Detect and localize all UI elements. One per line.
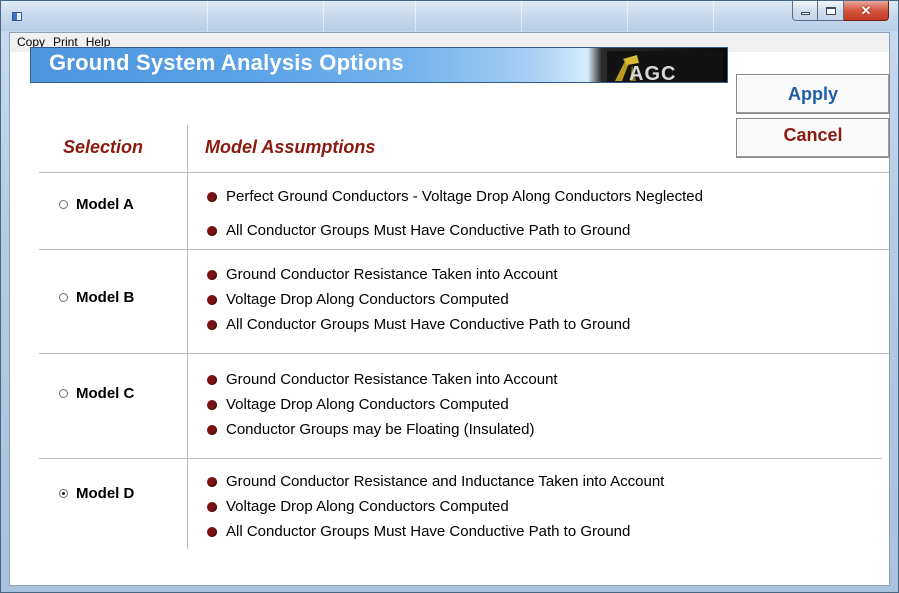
model-a-label: Model A — [76, 196, 134, 213]
list-item: Voltage Drop Along Conductors Computed — [207, 494, 664, 519]
bullet-icon — [207, 501, 217, 512]
titlebar-divider — [521, 1, 522, 31]
assumption-text: Ground Conductor Resistance Taken into A… — [226, 266, 558, 283]
list-item: Voltage Drop Along Conductors Computed — [207, 392, 558, 417]
selection-column-header: Selection — [63, 137, 144, 157]
model-d-radio[interactable]: Model D — [59, 485, 134, 502]
bullet-icon — [207, 424, 217, 435]
model-b-radio[interactable]: Model B — [59, 289, 134, 306]
model-d-label: Model D — [76, 485, 135, 502]
assumptions-column-header: Model Assumptions — [205, 137, 376, 157]
assumption-text: Voltage Drop Along Conductors Computed — [226, 498, 509, 515]
maximize-icon — [825, 6, 836, 15]
bullet-icon — [207, 476, 217, 487]
assumption-text: Conductor Groups may be Floating (Insula… — [226, 421, 535, 438]
model-b-label: Model B — [76, 289, 135, 306]
bullet-icon — [207, 526, 217, 537]
page-title: Ground System Analysis Options — [49, 50, 404, 75]
list-item: Ground Conductor Resistance Taken into A… — [207, 367, 558, 392]
titlebar-divider — [627, 1, 628, 31]
bullet-icon — [207, 269, 217, 280]
list-item: Conductor Groups may be Floating (Insula… — [207, 417, 558, 442]
bullet-icon — [207, 399, 217, 410]
assumption-text: All Conductor Groups Must Have Conductiv… — [226, 523, 631, 540]
row-divider — [39, 172, 889, 173]
model-d-assumptions: Ground Conductor Resistance and Inductan… — [207, 469, 664, 544]
model-b-assumptions: Ground Conductor Resistance Taken into A… — [207, 262, 630, 337]
model-c-label: Model C — [76, 385, 135, 402]
list-item: Perfect Ground Conductors - Voltage Drop… — [207, 184, 703, 209]
assumption-text: Voltage Drop Along Conductors Computed — [226, 396, 509, 413]
list-item: All Conductor Groups Must Have Conductiv… — [207, 519, 664, 544]
row-divider — [39, 458, 882, 459]
radio-button[interactable] — [59, 489, 68, 498]
radio-button[interactable] — [59, 293, 68, 302]
logo-text: AGC — [629, 63, 677, 85]
apply-button[interactable]: Apply — [736, 74, 890, 114]
titlebar-divider — [323, 1, 324, 31]
bullet-icon — [207, 319, 217, 330]
list-item: All Conductor Groups Must Have Conductiv… — [207, 218, 703, 243]
model-c-assumptions: Ground Conductor Resistance Taken into A… — [207, 367, 558, 442]
application-window: ✕ Copy Print Help Ground System Analysis… — [0, 0, 899, 593]
bullet-icon — [207, 191, 217, 202]
model-c-radio[interactable]: Model C — [59, 385, 134, 402]
minimize-icon — [800, 12, 810, 15]
minimize-button[interactable] — [792, 1, 818, 21]
window-controls: ✕ — [792, 1, 889, 21]
title-bar[interactable]: ✕ — [1, 1, 898, 31]
row-divider — [39, 353, 889, 354]
list-item: Ground Conductor Resistance and Inductan… — [207, 469, 664, 494]
assumption-text: Voltage Drop Along Conductors Computed — [226, 291, 509, 308]
radio-button[interactable] — [59, 200, 68, 209]
assumption-text: Ground Conductor Resistance and Inductan… — [226, 473, 665, 490]
bullet-icon — [207, 225, 217, 236]
row-divider — [39, 249, 889, 250]
model-a-assumptions: Perfect Ground Conductors - Voltage Drop… — [207, 184, 703, 243]
bullet-icon — [207, 294, 217, 305]
footer-text: Program WinIGS - Form GRD_OPTIONS — [21, 559, 305, 576]
close-icon: ✕ — [860, 3, 872, 18]
titlebar-divider — [415, 1, 416, 31]
list-item: All Conductor Groups Must Have Conductiv… — [207, 312, 630, 337]
close-button[interactable]: ✕ — [844, 1, 889, 21]
cancel-button[interactable]: Cancel — [736, 118, 890, 158]
titlebar-divider — [207, 1, 208, 31]
maximize-button[interactable] — [818, 1, 844, 21]
bullet-icon — [207, 374, 217, 385]
model-a-radio[interactable]: Model A — [59, 196, 134, 213]
list-item: Voltage Drop Along Conductors Computed — [207, 287, 630, 312]
assumption-text: All Conductor Groups Must Have Conductiv… — [226, 222, 631, 239]
titlebar-divider — [713, 1, 714, 31]
column-divider — [187, 125, 188, 549]
radio-button[interactable] — [59, 389, 68, 398]
app-icon[interactable] — [12, 12, 22, 21]
list-item: Ground Conductor Resistance Taken into A… — [207, 262, 630, 287]
assumption-text: Perfect Ground Conductors - Voltage Drop… — [226, 188, 703, 205]
assumption-text: All Conductor Groups Must Have Conductiv… — [226, 316, 631, 333]
assumption-text: Ground Conductor Resistance Taken into A… — [226, 371, 558, 388]
